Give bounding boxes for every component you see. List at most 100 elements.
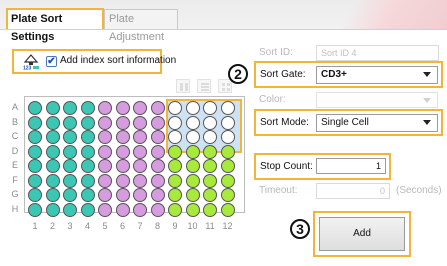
- well-H9[interactable]: [168, 202, 182, 217]
- well-H12[interactable]: [220, 202, 235, 217]
- well-A10[interactable]: [185, 101, 200, 115]
- well-B12[interactable]: [220, 115, 235, 130]
- well-H3[interactable]: [63, 202, 77, 217]
- well-G6[interactable]: [115, 188, 130, 202]
- well-F6[interactable]: [115, 173, 130, 188]
- well-E6[interactable]: [115, 159, 130, 173]
- well-G1[interactable]: [28, 188, 42, 202]
- well-B6[interactable]: [115, 115, 130, 130]
- well-C11[interactable]: [203, 130, 217, 144]
- row-label-g[interactable]: G: [10, 189, 20, 199]
- column-label-3[interactable]: 3: [63, 221, 77, 231]
- pause-icon[interactable]: [176, 79, 190, 93]
- well-B5[interactable]: [98, 115, 112, 130]
- well-G8[interactable]: [150, 188, 165, 202]
- column-label-1[interactable]: 1: [28, 221, 42, 231]
- well-A4[interactable]: [80, 101, 95, 115]
- add-button[interactable]: Add: [319, 217, 405, 251]
- column-label-10[interactable]: 10: [186, 221, 200, 231]
- well-C2[interactable]: [45, 130, 60, 144]
- well-A8[interactable]: [150, 101, 165, 115]
- well-E10[interactable]: [185, 159, 200, 173]
- well-D7[interactable]: [133, 144, 147, 159]
- well-F2[interactable]: [45, 173, 60, 188]
- well-A1[interactable]: [28, 101, 42, 115]
- row-label-d[interactable]: D: [10, 146, 20, 156]
- well-D10[interactable]: [185, 144, 200, 159]
- sort-mode-select[interactable]: Single Cell: [316, 114, 438, 132]
- well-C9[interactable]: [168, 130, 182, 144]
- well-G7[interactable]: [133, 188, 147, 202]
- well-G2[interactable]: [45, 188, 60, 202]
- well-A2[interactable]: [45, 101, 60, 115]
- well-E3[interactable]: [63, 159, 77, 173]
- well-H5[interactable]: [98, 202, 112, 217]
- column-label-2[interactable]: 2: [46, 221, 60, 231]
- well-D5[interactable]: [98, 144, 112, 159]
- well-F4[interactable]: [80, 173, 95, 188]
- tab-plate-adjustment[interactable]: Plate Adjustment: [104, 9, 178, 43]
- well-G11[interactable]: [203, 188, 217, 202]
- well-C10[interactable]: [185, 130, 200, 144]
- well-B8[interactable]: [150, 115, 165, 130]
- well-F5[interactable]: [98, 173, 112, 188]
- well-E8[interactable]: [150, 159, 165, 173]
- well-B9[interactable]: [168, 115, 182, 130]
- well-E11[interactable]: [203, 159, 217, 173]
- well-C12[interactable]: [220, 130, 235, 144]
- index-sort-checkbox[interactable]: ✔: [46, 56, 57, 67]
- column-label-7[interactable]: 7: [133, 221, 147, 231]
- column-label-11[interactable]: 11: [203, 221, 217, 231]
- well-H10[interactable]: [185, 202, 200, 217]
- well-A3[interactable]: [63, 101, 77, 115]
- well-A12[interactable]: [220, 101, 235, 115]
- well-H7[interactable]: [133, 202, 147, 217]
- well-B1[interactable]: [28, 115, 42, 130]
- well-E7[interactable]: [133, 159, 147, 173]
- sort-gate-select[interactable]: CD3+: [316, 66, 438, 84]
- well-B11[interactable]: [203, 115, 217, 130]
- well-E1[interactable]: [28, 159, 42, 173]
- well-A7[interactable]: [133, 101, 147, 115]
- well-G5[interactable]: [98, 188, 112, 202]
- well-D3[interactable]: [63, 144, 77, 159]
- well-F8[interactable]: [150, 173, 165, 188]
- column-label-5[interactable]: 5: [98, 221, 112, 231]
- well-E5[interactable]: [98, 159, 112, 173]
- well-E9[interactable]: [168, 159, 182, 173]
- well-F9[interactable]: [168, 173, 182, 188]
- well-E4[interactable]: [80, 159, 95, 173]
- well-G12[interactable]: [220, 188, 235, 202]
- color-select[interactable]: [316, 92, 438, 108]
- well-E2[interactable]: [45, 159, 60, 173]
- well-G3[interactable]: [63, 188, 77, 202]
- well-G9[interactable]: [168, 188, 182, 202]
- row-label-f[interactable]: F: [10, 175, 20, 185]
- well-A5[interactable]: [98, 101, 112, 115]
- timeout-input[interactable]: 0: [316, 183, 390, 199]
- well-F7[interactable]: [133, 173, 147, 188]
- well-C8[interactable]: [150, 130, 165, 144]
- well-G10[interactable]: [185, 188, 200, 202]
- column-label-12[interactable]: 12: [221, 221, 235, 231]
- well-C1[interactable]: [28, 130, 42, 144]
- grid-icon[interactable]: [218, 79, 232, 93]
- well-C6[interactable]: [115, 130, 130, 144]
- well-H11[interactable]: [203, 202, 217, 217]
- well-D11[interactable]: [203, 144, 217, 159]
- row-label-b[interactable]: B: [10, 117, 20, 127]
- column-label-9[interactable]: 9: [168, 221, 182, 231]
- well-G4[interactable]: [80, 188, 95, 202]
- well-D6[interactable]: [115, 144, 130, 159]
- well-H1[interactable]: [28, 202, 42, 217]
- well-A6[interactable]: [115, 101, 130, 115]
- column-label-4[interactable]: 4: [81, 221, 95, 231]
- well-A11[interactable]: [203, 101, 217, 115]
- well-C4[interactable]: [80, 130, 95, 144]
- well-C7[interactable]: [133, 130, 147, 144]
- well-B10[interactable]: [185, 115, 200, 130]
- well-D12[interactable]: [220, 144, 235, 159]
- well-C3[interactable]: [63, 130, 77, 144]
- well-D2[interactable]: [45, 144, 60, 159]
- well-F11[interactable]: [203, 173, 217, 188]
